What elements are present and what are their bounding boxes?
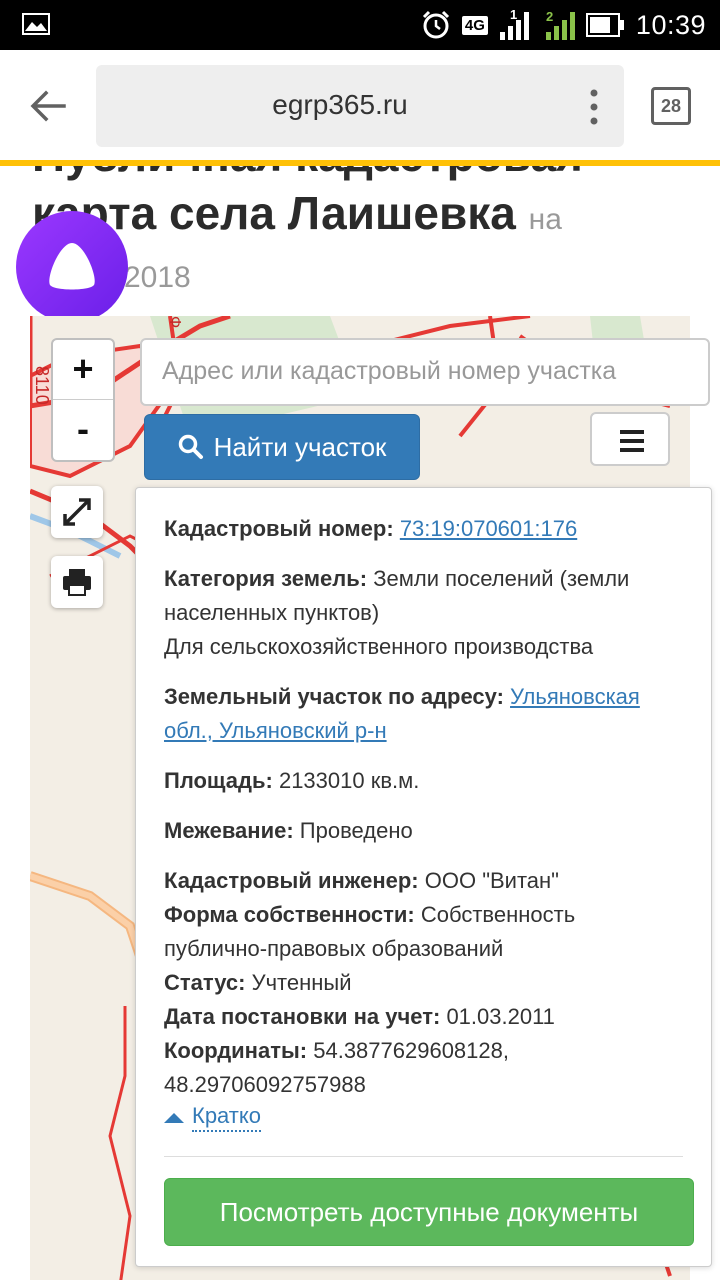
zoom-in-button[interactable]: + [53, 340, 113, 400]
panel-divider [164, 1156, 683, 1157]
registration-date-row: Дата постановки на учет: 01.03.2011 [164, 1000, 683, 1034]
fullscreen-button[interactable] [51, 486, 103, 538]
engineer-row: Кадастровый инженер: ООО "Витан" [164, 864, 683, 898]
svg-text:Ф: Ф [166, 316, 183, 328]
clock: 10:39 [635, 9, 706, 40]
page-title: Публичная кадастровая карта села Лаишевк… [32, 166, 692, 307]
svg-text:2: 2 [546, 9, 553, 24]
title-suffix: на [528, 203, 562, 236]
address-row: Земельный участок по адресу: Ульяновская… [164, 680, 683, 748]
address-bar[interactable]: egrp365.ru [96, 65, 624, 147]
page-content: Публичная кадастровая карта села Лаишевк… [0, 166, 720, 1280]
zoom-control: + - [51, 338, 115, 462]
cadastral-number-label: Кадастровый номер: [164, 516, 394, 541]
parcel-info-popup: Кадастровый номер: 73:19:070601:176 Кате… [135, 487, 712, 1267]
title-line-1: Публичная кадастровая [32, 166, 692, 184]
survey-row: Межевание: Проведено [164, 814, 683, 848]
brief-toggle-link[interactable]: Кратко [164, 1102, 683, 1132]
engineer-label: Кадастровый инженер: [164, 868, 419, 893]
network-type-badge: 4G [461, 15, 488, 35]
coordinates-row: Координаты: 54.3877629608128, 48.2970609… [164, 1034, 683, 1102]
status-bar: 4G 1 2 10:39 [0, 0, 720, 50]
back-arrow-icon[interactable] [28, 88, 68, 124]
cadastral-number-row: Кадастровый номер: 73:19:070601:176 [164, 512, 683, 546]
area-label: Площадь: [164, 768, 273, 793]
battery-icon [585, 13, 624, 37]
brief-toggle-label: Кратко [192, 1102, 261, 1132]
alice-icon [49, 243, 95, 290]
address-search-input[interactable]: Адрес или кадастровый номер участка [140, 338, 710, 406]
ownership-row: Форма собственности: Собственность публи… [164, 898, 683, 966]
coordinates-label: Координаты: [164, 1038, 308, 1063]
survey-value: Проведено [299, 818, 413, 843]
find-parcel-label: Найти участок [213, 431, 387, 462]
status-row: Статус: Учтенный [164, 966, 683, 1000]
title-line-3: 2018 [124, 261, 191, 294]
land-use-value: Для сельскохозяйственного производства [164, 634, 594, 659]
zoom-out-button[interactable]: - [53, 400, 113, 460]
caret-up-icon [164, 1113, 184, 1123]
ownership-label: Форма собственности: [164, 902, 415, 927]
overflow-menu-icon[interactable] [590, 89, 598, 125]
layers-menu-button[interactable] [590, 412, 670, 466]
survey-label: Межевание: [164, 818, 294, 843]
status-label: Статус: [164, 970, 246, 995]
address-label: Земельный участок по адресу: [164, 684, 504, 709]
print-button[interactable] [51, 556, 103, 608]
status-value: Учтенный [251, 970, 352, 995]
land-category-row: Категория земель: Земли поселений (земли… [164, 562, 683, 630]
title-line-2: карта села Лаишевка на [32, 184, 692, 249]
land-category-label: Категория земель: [164, 566, 368, 591]
signal-sim2-icon: 2 [545, 9, 575, 40]
browser-toolbar: egrp365.ru 28 [0, 50, 720, 162]
registration-date-value: 01.03.2011 [446, 1004, 555, 1029]
svg-text:1: 1 [510, 8, 517, 22]
map-label: 8110 [32, 366, 52, 405]
expand-icon [63, 498, 91, 526]
view-documents-button[interactable]: Посмотреть доступные документы [164, 1178, 694, 1246]
alice-assistant-button[interactable] [16, 211, 128, 323]
search-icon [178, 434, 203, 459]
gallery-notification-icon [22, 13, 50, 35]
area-row: Площадь: 2133010 кв.м. [164, 764, 683, 798]
find-parcel-button[interactable]: Найти участок [144, 414, 420, 480]
engineer-value: ООО "Витан" [424, 868, 559, 893]
area-value: 2133010 кв.м. [278, 768, 420, 793]
hamburger-icon [620, 430, 644, 452]
cadastral-number-link[interactable]: 73:19:070601:176 [400, 516, 577, 541]
url-text: egrp365.ru [272, 89, 408, 120]
tabs-switcher-button[interactable]: 28 [651, 87, 691, 125]
print-icon [63, 569, 91, 596]
signal-sim1-icon: 1 [499, 8, 529, 40]
registration-date-label: Дата постановки на учет: [164, 1004, 441, 1029]
alarm-icon [422, 10, 449, 39]
